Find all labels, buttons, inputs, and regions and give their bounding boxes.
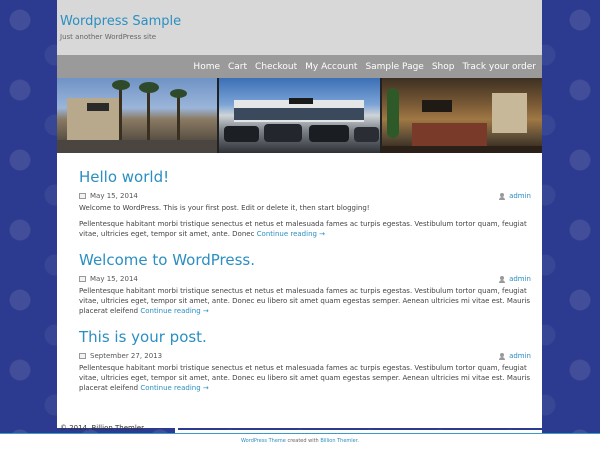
footer-themler-link[interactable]: Billion Themler <box>320 438 357 444</box>
footer-theme-link[interactable]: WordPress Theme <box>241 438 286 444</box>
main-nav: Home Cart Checkout My Account Sample Pag… <box>57 55 542 78</box>
post-title[interactable]: Hello world! <box>79 168 531 186</box>
nav-item-sample-page[interactable]: Sample Page <box>365 62 423 72</box>
user-icon <box>499 275 506 283</box>
continue-reading-link[interactable]: Continue reading → <box>140 384 208 392</box>
footer-text-end: . <box>357 438 359 444</box>
nav-item-checkout[interactable]: Checkout <box>255 62 297 72</box>
page-container: Wordpress Sample Just another WordPress … <box>57 0 542 428</box>
post-author[interactable]: admin <box>509 275 531 283</box>
post-meta: May 15, 2014 admin <box>79 275 531 283</box>
site-title[interactable]: Wordpress Sample <box>60 14 181 29</box>
footer-text: created with <box>285 438 321 444</box>
nav-item-shop[interactable]: Shop <box>432 62 455 72</box>
post-author[interactable]: admin <box>509 192 531 200</box>
banner <box>57 78 542 153</box>
post-author[interactable]: admin <box>509 352 531 360</box>
post: Hello world! May 15, 2014 admin Welcome … <box>79 168 531 239</box>
site-footer: WordPress Theme created with Billion The… <box>0 433 600 450</box>
post: This is your post. September 27, 2013 ad… <box>79 328 531 393</box>
calendar-icon <box>79 193 86 199</box>
copyright: © 2014, Billion Themler <box>60 424 144 432</box>
post: Welcome to WordPress. May 15, 2014 admin… <box>79 251 531 316</box>
post-list: Hello world! May 15, 2014 admin Welcome … <box>79 168 531 405</box>
post-meta: May 15, 2014 admin <box>79 192 531 200</box>
user-icon <box>499 192 506 200</box>
continue-reading-link[interactable]: Continue reading → <box>257 230 325 238</box>
post-date: May 15, 2014 <box>90 192 138 200</box>
post-excerpt: Welcome to WordPress. This is your first… <box>79 204 370 212</box>
car-dealership-photo <box>219 78 382 153</box>
post-meta: September 27, 2013 admin <box>79 352 531 360</box>
calendar-icon <box>79 353 86 359</box>
post-title[interactable]: This is your post. <box>79 328 531 346</box>
post-date: September 27, 2013 <box>90 352 163 360</box>
user-icon <box>499 352 506 360</box>
chase-bank-photo <box>57 78 220 153</box>
post-title[interactable]: Welcome to WordPress. <box>79 251 531 269</box>
nav-item-cart[interactable]: Cart <box>228 62 247 72</box>
post-date: May 15, 2014 <box>90 275 138 283</box>
site-header: Wordpress Sample Just another WordPress … <box>57 0 542 55</box>
nav-item-home[interactable]: Home <box>193 62 220 72</box>
calendar-icon <box>79 276 86 282</box>
continue-reading-link[interactable]: Continue reading → <box>140 307 208 315</box>
nav-item-track-order[interactable]: Track your order <box>462 62 536 72</box>
site-description: Just another WordPress site <box>60 33 157 41</box>
nav-item-my-account[interactable]: My Account <box>305 62 357 72</box>
hotel-lobby-photo <box>381 78 542 153</box>
